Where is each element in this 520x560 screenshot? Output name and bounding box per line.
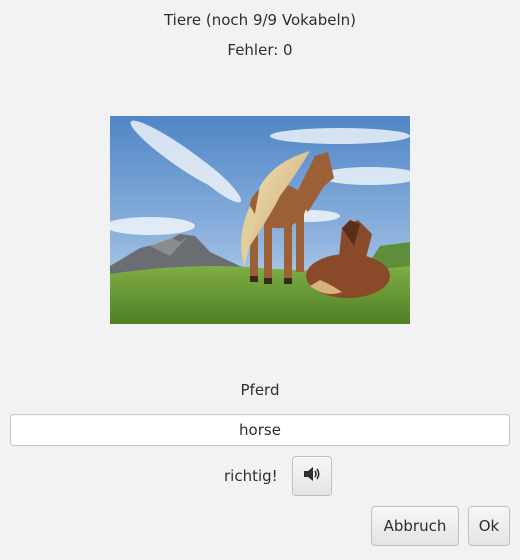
error-count: Fehler: 0	[227, 41, 293, 59]
quiz-title: Tiere (noch 9/9 Vokabeln)	[163, 11, 357, 29]
play-sound-button[interactable]	[292, 456, 332, 496]
cancel-button[interactable]: Abbruch	[371, 506, 459, 546]
ok-button[interactable]: Ok	[468, 506, 510, 546]
vocabulary-image	[110, 116, 410, 324]
answer-input[interactable]	[10, 414, 510, 446]
feedback-label: richtig!	[224, 467, 278, 485]
vocabulary-word: Pferd	[240, 381, 280, 399]
speaker-icon	[302, 465, 322, 487]
